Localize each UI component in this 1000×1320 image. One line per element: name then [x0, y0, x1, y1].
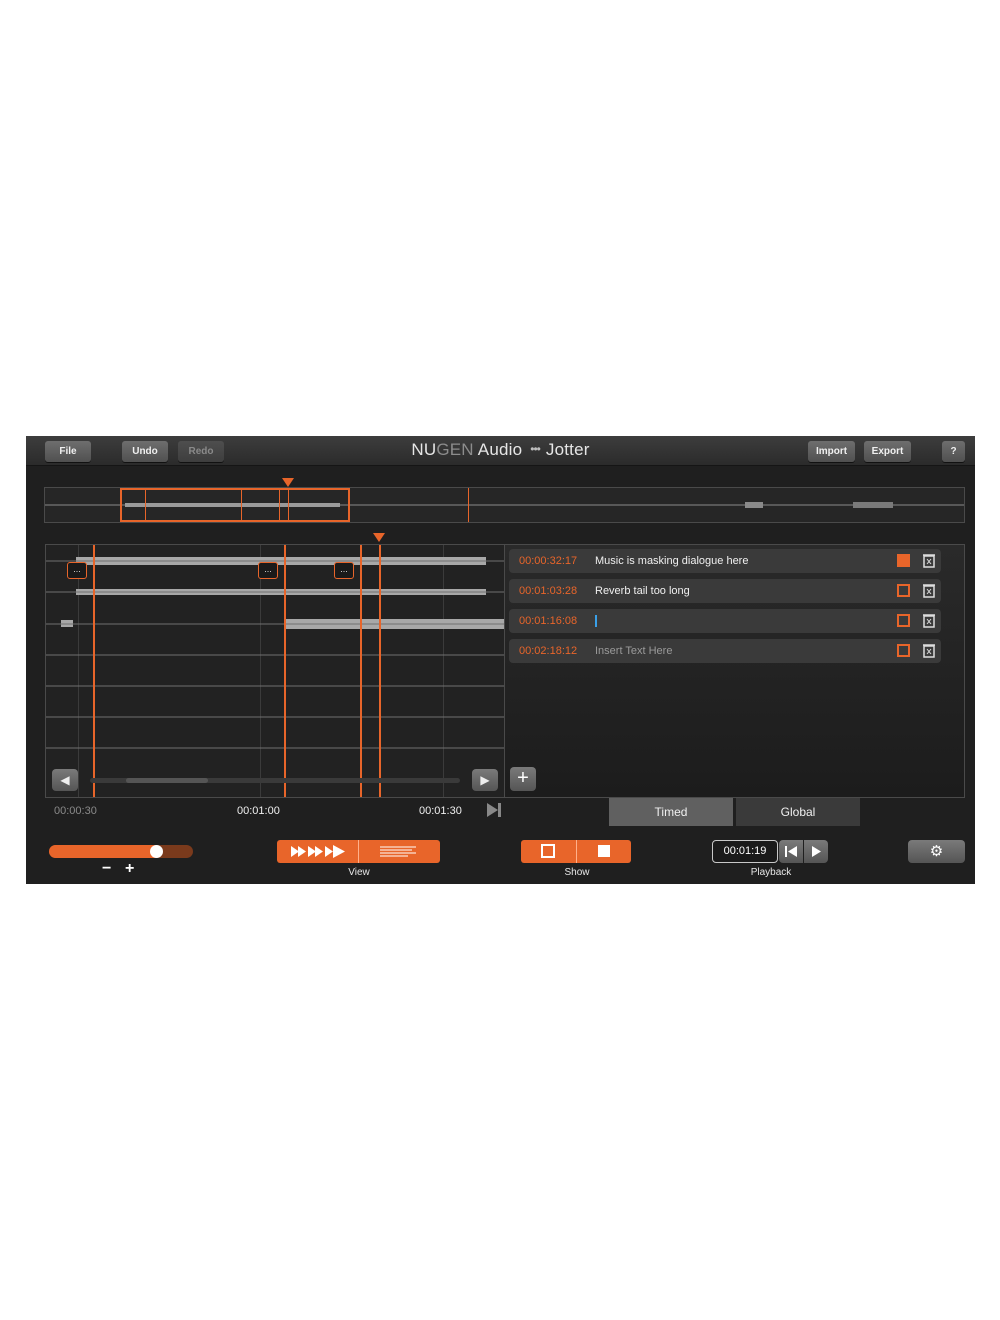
multitrack-waveform-svg — [46, 557, 504, 749]
note-text-placeholder[interactable]: Insert Text Here — [595, 639, 672, 663]
gear-icon: ⚙ — [929, 843, 944, 860]
show-divider — [576, 840, 577, 863]
overview-note-marker — [468, 488, 469, 522]
note-checkbox[interactable] — [897, 614, 910, 627]
note-row[interactable]: 00:00:32:17 Music is masking dialogue he… — [509, 549, 941, 573]
overview-playhead — [288, 488, 289, 522]
ruler-time-label: 00:00:30 — [54, 805, 97, 817]
zoom-out-button[interactable]: − — [102, 860, 111, 878]
note-position-line — [360, 545, 362, 797]
brand-nu: NU — [411, 440, 437, 459]
title-bar: File Undo Redo NUGEN Audio ••• Jotter Impo… — [26, 436, 975, 466]
help-button[interactable]: ? — [942, 441, 965, 462]
ruler-time-label: 00:01:00 — [237, 805, 280, 817]
scrollbar-thumb[interactable] — [126, 778, 208, 783]
tab-timed[interactable]: Timed — [609, 798, 733, 826]
zoom-slider[interactable] — [49, 845, 193, 858]
jotter-plugin-window: File Undo Redo NUGEN Audio ••• Jotter Impo… — [26, 436, 975, 884]
note-timecode[interactable]: 00:02:18:12 — [519, 639, 577, 663]
export-button[interactable]: Export — [864, 441, 911, 462]
playhead-line[interactable] — [379, 545, 381, 797]
text-caret — [595, 615, 597, 627]
delete-icon[interactable] — [923, 583, 935, 598]
note-timecode[interactable]: 00:01:03:28 — [519, 579, 577, 603]
skip-to-end-icon[interactable] — [486, 802, 502, 818]
overview-selection[interactable] — [120, 488, 350, 522]
playback-label: Playback — [750, 867, 792, 878]
show-label: Show — [564, 867, 590, 878]
title-dots: ••• — [530, 442, 541, 456]
overview-note-marker — [241, 488, 242, 522]
delete-icon[interactable] — [923, 613, 935, 628]
note-flag[interactable]: ... — [334, 562, 354, 579]
note-row[interactable]: 00:02:18:12 Insert Text Here — [509, 639, 941, 663]
ruler-time-label: 00:01:30 — [419, 805, 462, 817]
note-row[interactable]: 00:01:16:08 — [509, 609, 941, 633]
zoom-slider-knob[interactable] — [150, 845, 163, 858]
note-timecode[interactable]: 00:00:32:17 — [519, 549, 577, 573]
delete-icon[interactable] — [923, 553, 935, 568]
delete-icon[interactable] — [923, 643, 935, 658]
overview-waveform[interactable] — [44, 487, 965, 523]
note-checkbox[interactable] — [897, 644, 910, 657]
list-view-icon[interactable] — [366, 840, 432, 863]
settings-button[interactable]: ⚙ — [908, 840, 965, 863]
tab-global[interactable]: Global — [736, 798, 860, 826]
scroll-right-button[interactable]: ▶ — [472, 769, 498, 791]
app-name: Jotter — [545, 440, 590, 459]
note-position-line — [93, 545, 95, 797]
brand-audio: Audio — [477, 440, 523, 459]
zoom-slider-fill — [49, 845, 162, 858]
overview-note-marker — [279, 488, 280, 522]
note-flag[interactable]: ... — [258, 562, 278, 579]
note-text[interactable]: Reverb tail too long — [595, 579, 690, 603]
view-label: View — [348, 867, 370, 878]
import-button[interactable]: Import — [808, 441, 855, 462]
add-note-button[interactable]: + — [510, 767, 536, 791]
play-icon[interactable] — [804, 840, 828, 863]
note-flag[interactable]: ... — [67, 562, 87, 579]
playhead-marker-icon[interactable] — [373, 533, 385, 542]
timeline-view-icon[interactable] — [283, 840, 353, 863]
show-checked-icon[interactable] — [591, 840, 617, 863]
note-timecode[interactable]: 00:01:16:08 — [519, 609, 577, 633]
horizontal-scrollbar[interactable] — [90, 778, 460, 783]
zoom-in-button[interactable]: + — [125, 860, 134, 878]
return-to-start-icon[interactable] — [779, 840, 803, 863]
show-unchecked-icon[interactable] — [535, 840, 561, 863]
notes-panel: 00:00:32:17 Music is masking dialogue he… — [505, 544, 965, 798]
brand-gen: GEN — [436, 440, 474, 459]
note-checkbox[interactable] — [897, 554, 910, 567]
playback-time-display[interactable]: 00:01:19 — [712, 840, 778, 863]
scroll-left-button[interactable]: ◀ — [52, 769, 78, 791]
waveform-panel[interactable]: ... ... ... ◀ ▶ — [45, 544, 505, 798]
note-row[interactable]: 00:01:03:28 Reverb tail too long — [509, 579, 941, 603]
overview-playhead-marker[interactable] — [282, 478, 294, 487]
view-divider — [358, 840, 359, 863]
note-position-line — [284, 545, 286, 797]
overview-note-marker — [145, 488, 146, 522]
note-checkbox[interactable] — [897, 584, 910, 597]
note-text[interactable]: Music is masking dialogue here — [595, 549, 748, 573]
